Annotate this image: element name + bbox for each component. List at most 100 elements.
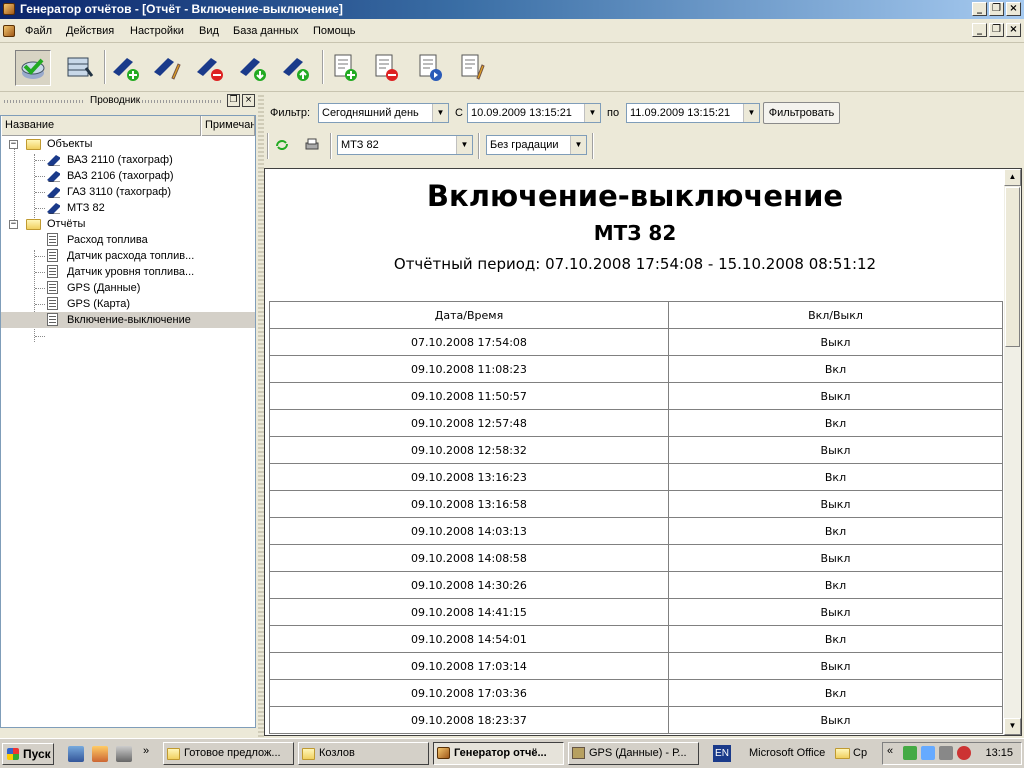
column-note[interactable]: Примечан [201, 116, 255, 136]
app-icon[interactable] [3, 3, 15, 15]
table-row: 09.10.2008 14:03:13 Вкл [269, 517, 1003, 545]
column-name[interactable]: Название [1, 116, 201, 136]
export-object-icon [283, 58, 309, 81]
scroll-up-button[interactable]: ▲ [1004, 169, 1021, 186]
toolbar-separator [592, 133, 594, 159]
menu-help[interactable]: Помощь [313, 25, 356, 37]
check-db-button[interactable] [15, 50, 51, 86]
refresh-icon[interactable] [274, 137, 290, 153]
delete-object-button[interactable] [193, 50, 229, 86]
tree-item-report-selected[interactable]: Включение-выключение [1, 312, 255, 328]
volume-icon[interactable] [939, 746, 953, 760]
display-icon[interactable] [921, 746, 935, 760]
doc-minimize-button[interactable]: _ [972, 23, 987, 37]
date-from-picker[interactable]: 10.09.2009 13:15:21 ▼ [467, 103, 601, 123]
close-pane-button[interactable]: × [242, 94, 255, 107]
table-row: 07.10.2008 17:54:08 Выкл [269, 328, 1003, 356]
chevron-down-icon[interactable]: ▼ [570, 136, 586, 154]
date-to-picker[interactable]: 11.09.2009 13:15:21 ▼ [626, 103, 760, 123]
gradation-select[interactable]: Без градации ▼ [486, 135, 587, 155]
run-report-button[interactable] [413, 50, 449, 86]
delete-report-button[interactable] [369, 50, 405, 86]
scroll-thumb[interactable] [1005, 187, 1020, 347]
state-cell: Вкл [668, 409, 1003, 437]
tree-item-report[interactable]: GPS (Данные) [1, 280, 255, 296]
period-select[interactable]: Сегодняшний день ▼ [318, 103, 449, 123]
tool-icon[interactable] [116, 746, 132, 762]
export-object-button[interactable] [279, 50, 315, 86]
database-button[interactable] [62, 50, 98, 86]
tree-item-object[interactable]: ГАЗ 3110 (тахограф) [1, 184, 255, 200]
chevron-down-icon[interactable]: ▼ [584, 104, 600, 122]
gps-icon [572, 747, 585, 759]
object-select[interactable]: МТЗ 82 ▼ [337, 135, 473, 155]
report-viewer[interactable]: Включение-выключение МТЗ 82 Отчётный пер… [264, 168, 1022, 736]
tree-item-report[interactable]: Датчик уровня топлива... [1, 264, 255, 280]
chevron-down-icon[interactable]: ▼ [432, 104, 448, 122]
tree-node-label: Объекты [47, 138, 93, 150]
task-gps-data[interactable]: GPS (Данные) - Р... [568, 742, 699, 765]
mail-icon[interactable] [92, 746, 108, 762]
chevron-down-icon[interactable]: ▼ [456, 136, 472, 154]
task-report-generator[interactable]: Генератор отчё... [433, 742, 564, 765]
state-cell: Выкл [668, 544, 1003, 572]
tree-item-object[interactable]: ВАЗ 2106 (тахограф) [1, 168, 255, 184]
scroll-down-button[interactable]: ▼ [1004, 718, 1021, 735]
tree-item-object[interactable]: МТЗ 82 [1, 200, 255, 216]
explorer-tree[interactable]: Название Примечан − Объекты ВАЗ 2110 (та… [0, 115, 256, 757]
datetime-cell: 07.10.2008 17:54:08 [269, 328, 669, 356]
filter-apply-button[interactable]: Фильтровать [763, 102, 840, 124]
security-icon[interactable] [957, 746, 971, 760]
datetime-cell: 09.10.2008 14:54:01 [269, 625, 669, 653]
minimize-button[interactable]: _ [972, 2, 987, 16]
float-pane-button[interactable]: ❐ [227, 94, 240, 107]
chevron-down-icon[interactable]: ▼ [743, 104, 759, 122]
restore-button[interactable]: ❐ [989, 2, 1004, 16]
tree-item-object[interactable]: ВАЗ 2110 (тахограф) [1, 152, 255, 168]
filter-label: Фильтр: [270, 107, 311, 119]
menu-file[interactable]: Файл [25, 25, 52, 37]
add-object-button[interactable] [109, 50, 145, 86]
quicklaunch-more-icon[interactable]: » [143, 745, 149, 757]
doc-icon[interactable] [3, 25, 15, 37]
close-button[interactable]: × [1006, 2, 1021, 16]
toolbar-folder[interactable]: Ср [853, 747, 867, 759]
vehicle-icon [47, 155, 60, 166]
tree-item-report[interactable]: Расход топлива [1, 232, 255, 248]
datetime-cell: 09.10.2008 14:03:13 [269, 517, 669, 545]
doc-close-button[interactable]: × [1006, 23, 1021, 37]
task-folder-kozlov[interactable]: Козлов [298, 742, 429, 765]
toolbar-separator [104, 50, 106, 84]
tree-item-report[interactable]: Датчик расхода топлив... [1, 248, 255, 264]
collapse-toggle[interactable]: − [9, 140, 18, 149]
column-header-state: Вкл/Выкл [668, 301, 1003, 329]
windows-logo-icon [7, 748, 19, 760]
edit-object-button[interactable] [150, 50, 186, 86]
collapse-toggle[interactable]: − [9, 220, 18, 229]
tree-node-reports[interactable]: − Отчёты [1, 216, 255, 232]
tree-node-objects[interactable]: − Объекты [1, 136, 255, 152]
edit-report-button[interactable] [455, 50, 491, 86]
import-object-button[interactable] [236, 50, 272, 86]
explorer-header[interactable]: Проводник ❐ × [0, 93, 258, 109]
menu-actions[interactable]: Действия [66, 25, 114, 37]
start-button[interactable]: Пуск [2, 743, 54, 765]
language-indicator[interactable]: EN [713, 745, 731, 762]
add-report-button[interactable] [328, 50, 364, 86]
datetime-cell: 09.10.2008 12:58:32 [269, 436, 669, 464]
network-icon[interactable] [903, 746, 917, 760]
datetime-cell: 09.10.2008 13:16:58 [269, 490, 669, 518]
tree-item-report[interactable]: GPS (Карта) [1, 296, 255, 312]
print-icon[interactable] [304, 137, 320, 153]
users-icon[interactable] [68, 746, 84, 762]
menu-settings[interactable]: Настройки [130, 25, 184, 37]
menu-view[interactable]: Вид [199, 25, 219, 37]
toolbar-office[interactable]: Microsoft Office [749, 747, 825, 759]
task-folder-offer[interactable]: Готовое предлож... [163, 742, 294, 765]
doc-restore-button[interactable]: ❐ [989, 23, 1004, 37]
tray-expand-icon[interactable]: « [887, 745, 893, 757]
vertical-scrollbar[interactable]: ▲ ▼ [1004, 169, 1021, 735]
clock[interactable]: 13:15 [985, 747, 1013, 759]
menu-database[interactable]: База данных [233, 25, 299, 37]
title-bar[interactable]: Генератор отчётов - [Отчёт - Включение-в… [0, 0, 1024, 19]
